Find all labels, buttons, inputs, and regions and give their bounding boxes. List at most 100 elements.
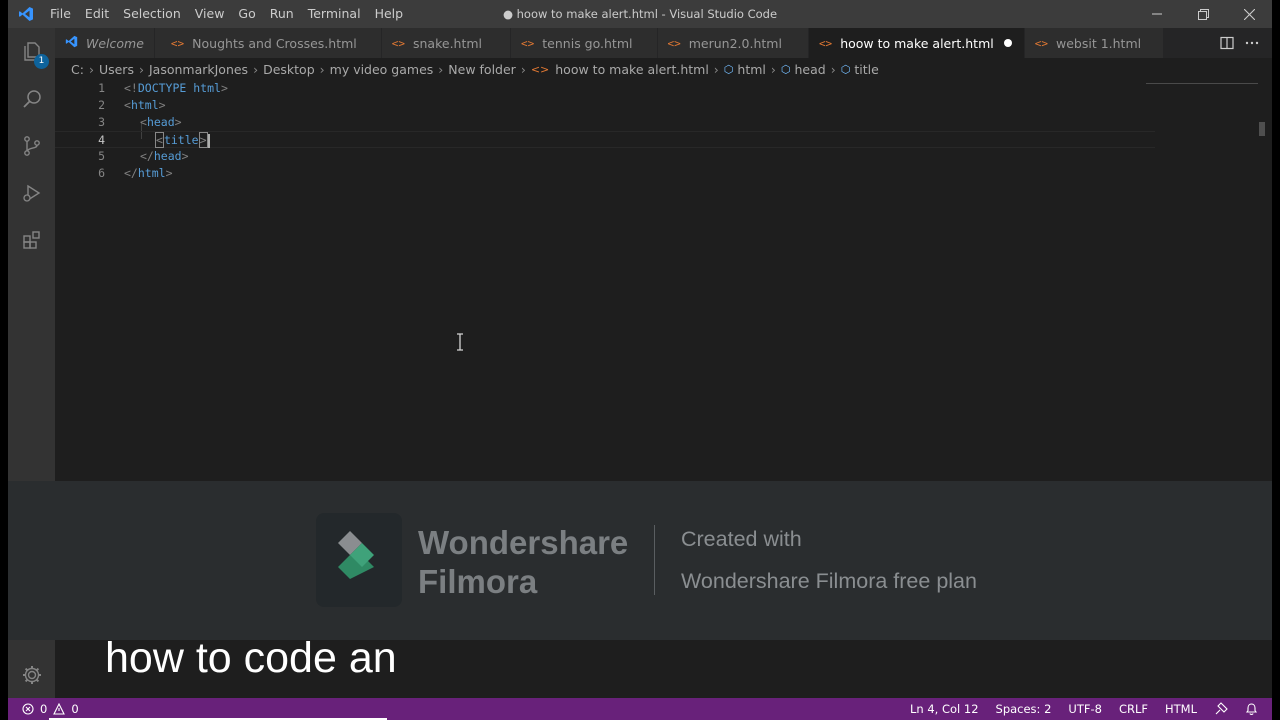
code-text: </html> — [124, 166, 173, 180]
error-icon — [22, 703, 34, 715]
cursor-position[interactable]: Ln 4, Col 12 — [910, 702, 979, 716]
breadcrumb-segment[interactable]: Users — [99, 62, 134, 77]
html-file-icon: <> — [391, 36, 405, 50]
code-text: <html> — [124, 98, 166, 112]
code-line[interactable]: 2 <html> — [55, 97, 1155, 114]
close-button[interactable] — [1226, 0, 1272, 28]
code-line[interactable]: 6 </html> — [55, 165, 1155, 182]
code-text: <title> — [155, 132, 210, 149]
scrollbar-thumb[interactable] — [1259, 122, 1265, 136]
menu-file[interactable]: File — [44, 0, 78, 28]
unsaved-dot-icon[interactable] — [1003, 39, 1012, 47]
menu-edit[interactable]: Edit — [78, 0, 116, 28]
breadcrumb-segment[interactable]: New folder — [448, 62, 516, 77]
tab-welcome[interactable]: Welcome — [55, 28, 155, 58]
code-text: </head> — [140, 149, 189, 163]
tab-noughts-and-crosses[interactable]: <> Noughts and Crosses.html — [154, 28, 382, 58]
chevron-right-icon: › — [438, 61, 444, 77]
text-cursor — [207, 133, 210, 148]
code-editor[interactable]: 1 <!DOCTYPE html> 2 <html> 3 <head> 4 <t… — [55, 80, 1272, 480]
tab-websit-1[interactable]: <> websit 1.html — [1024, 28, 1165, 58]
tab-label: tennis go.html — [542, 35, 633, 51]
breadcrumb-symbol-title[interactable]: title — [854, 62, 878, 77]
ibeam-cursor-icon — [457, 333, 463, 351]
line-number: 2 — [98, 98, 105, 112]
tab-label: merun2.0.html — [688, 35, 782, 51]
tab-snake[interactable]: <> snake.html — [381, 28, 512, 58]
chevron-right-icon: › — [770, 61, 776, 77]
line-number: 6 — [98, 166, 105, 180]
filmora-watermark: Wondershare Filmora Created with Wonders… — [8, 481, 1272, 640]
watermark-brand: Wondershare Filmora — [418, 523, 628, 601]
vscode-icon — [65, 35, 78, 51]
window-controls — [1134, 0, 1272, 28]
run-debug-icon — [22, 184, 40, 202]
encoding[interactable]: UTF-8 — [1068, 702, 1102, 716]
menu-terminal[interactable]: Terminal — [301, 0, 368, 28]
breadcrumb-symbol-head[interactable]: head — [795, 62, 826, 77]
run-debug-button[interactable] — [8, 169, 55, 216]
code-text: <!DOCTYPE html> — [124, 81, 228, 95]
source-control-button[interactable] — [8, 122, 55, 169]
menu-run[interactable]: Run — [263, 0, 301, 28]
breadcrumb: C: › Users › JasonmarkJones › Desktop › my v… — [55, 58, 1272, 80]
indentation[interactable]: Spaces: 2 — [996, 702, 1052, 716]
breadcrumb-file[interactable]: hoow to make alert.html — [555, 62, 709, 77]
watermark-brand-line1: Wondershare — [418, 524, 629, 561]
restore-button[interactable] — [1180, 0, 1226, 28]
menu-bar: File Edit Selection View Go Run Terminal… — [44, 0, 410, 28]
tab-label: Welcome — [86, 35, 144, 51]
tab-hoow-to-make-alert[interactable]: <> hoow to make alert.html — [808, 28, 1025, 58]
breadcrumb-segment[interactable]: C: — [71, 62, 84, 77]
tab-tennis-go[interactable]: <> tennis go.html — [511, 28, 658, 58]
code-line-current[interactable]: 4 <title> — [55, 131, 1155, 148]
bell-icon[interactable] — [1245, 702, 1258, 716]
search-button[interactable] — [8, 75, 55, 122]
video-caption: how to code an — [105, 634, 397, 682]
line-ending[interactable]: CRLF — [1119, 702, 1148, 716]
explorer-button[interactable]: 1 — [8, 28, 55, 75]
extensions-button[interactable] — [8, 216, 55, 263]
chevron-right-icon: › — [520, 61, 526, 77]
gear-icon — [22, 665, 41, 684]
code-line[interactable]: 3 <head> — [55, 114, 1155, 131]
menu-go[interactable]: Go — [231, 0, 262, 28]
watermark-brand-line2: Filmora — [418, 563, 538, 600]
watermark-created: Created with — [681, 527, 802, 551]
editor-actions — [1220, 28, 1272, 58]
status-bar: 0 0 Ln 4, Col 12 Spaces: 2 UTF-8 CRLF HT… — [8, 698, 1272, 720]
code-line[interactable]: 5 </head> — [55, 148, 1155, 165]
more-actions-icon[interactable] — [1244, 36, 1260, 50]
title-bar: File Edit Selection View Go Run Terminal… — [8, 0, 1272, 28]
line-number: 1 — [98, 81, 105, 95]
html-file-icon: <> — [170, 36, 185, 50]
breadcrumb-segment[interactable]: Desktop — [263, 62, 315, 77]
chevron-right-icon: › — [88, 61, 94, 77]
watermark-divider — [654, 525, 655, 595]
chevron-right-icon: › — [253, 61, 259, 77]
language-mode[interactable]: HTML — [1165, 702, 1197, 716]
html-file-icon: <> — [530, 62, 550, 76]
breadcrumb-symbol-html[interactable]: html — [737, 62, 765, 77]
menu-view[interactable]: View — [188, 0, 232, 28]
code-line[interactable]: 1 <!DOCTYPE html> — [55, 80, 1155, 97]
problems-indicator[interactable]: 0 0 — [8, 702, 79, 716]
menu-help[interactable]: Help — [368, 0, 411, 28]
symbol-tag-icon: ⬡ — [780, 62, 791, 76]
manage-button[interactable] — [8, 651, 55, 698]
html-file-icon: <> — [667, 36, 681, 50]
breadcrumb-segment[interactable]: JasonmarkJones — [149, 62, 248, 77]
vscode-window: File Edit Selection View Go Run Terminal… — [8, 0, 1272, 720]
menu-selection[interactable]: Selection — [116, 0, 188, 28]
extensions-icon — [22, 230, 40, 249]
code-text: <head> — [140, 115, 182, 129]
vscode-logo-icon — [8, 6, 44, 22]
symbol-tag-icon: ⬡ — [840, 62, 851, 76]
tab-merun2[interactable]: <> merun2.0.html — [657, 28, 809, 58]
minimize-button[interactable] — [1134, 0, 1180, 28]
tab-label: hoow to make alert.html — [840, 35, 994, 51]
breadcrumb-segment[interactable]: my video games — [330, 62, 434, 77]
feedback-icon[interactable] — [1214, 702, 1228, 716]
line-number: 5 — [98, 149, 105, 163]
split-editor-icon[interactable] — [1220, 36, 1234, 50]
